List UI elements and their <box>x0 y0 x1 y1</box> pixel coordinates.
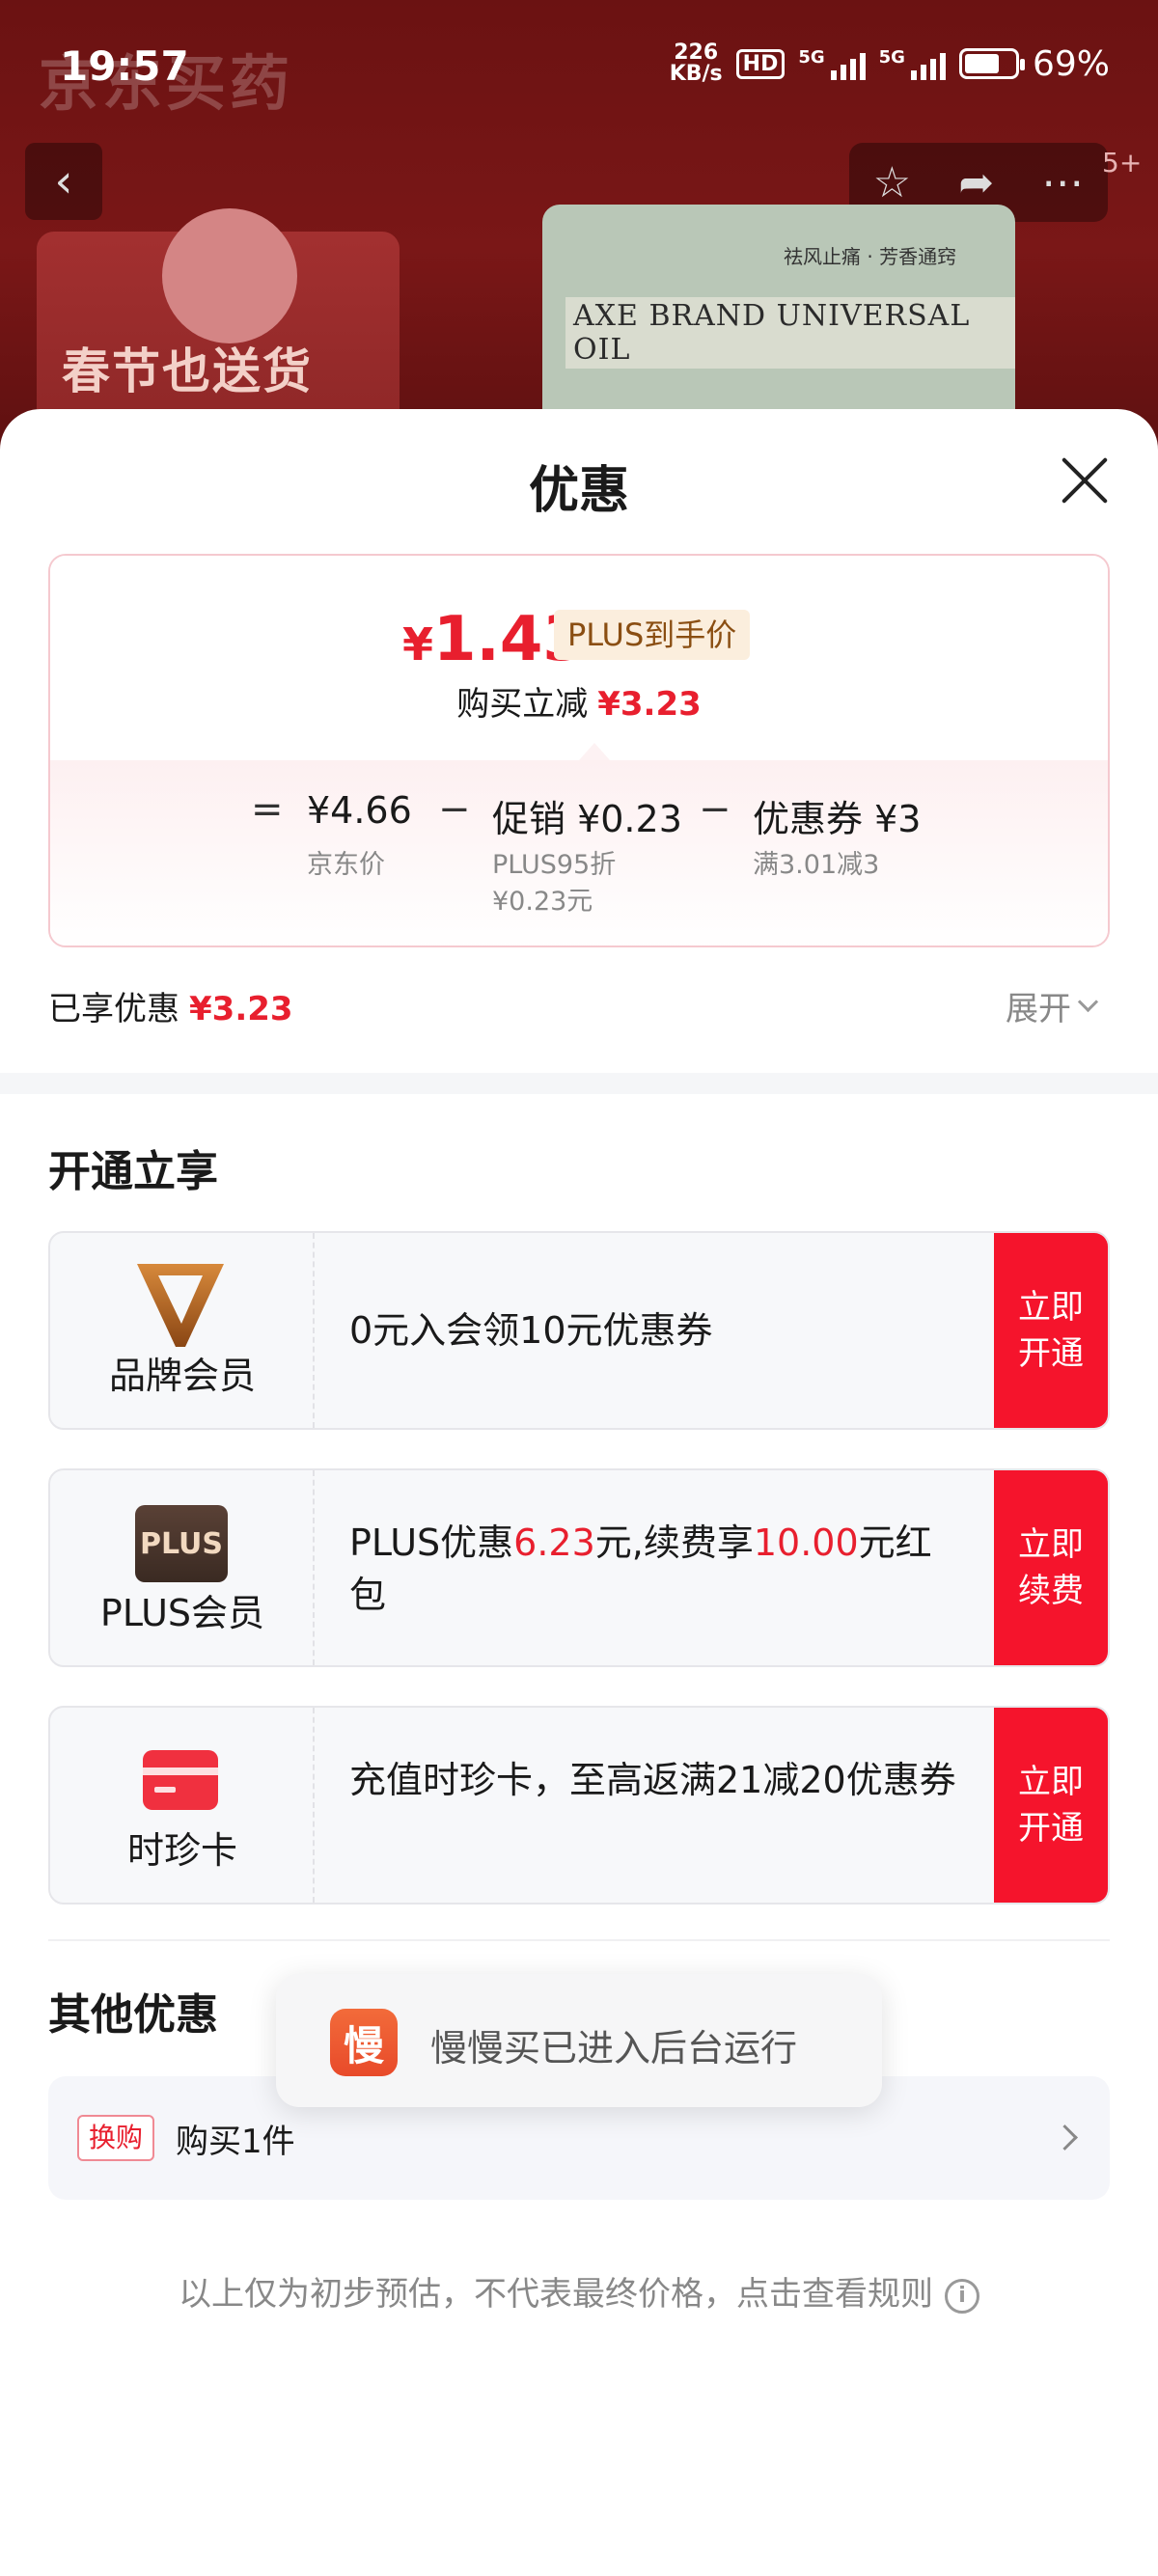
message-badge: 5+ <box>1102 147 1143 178</box>
sim1-label: 5G <box>798 47 825 68</box>
share-icon[interactable]: ➦ <box>958 158 994 207</box>
coupon-sub: 满3.01减3 <box>753 850 880 880</box>
member-button-label: 立即开通 <box>1018 1763 1084 1848</box>
member-label: 品牌会员 <box>108 1355 256 1397</box>
section-divider <box>0 1073 1158 1094</box>
reduce-amount: ¥3.23 <box>597 685 702 724</box>
enjoyed-label: 已享优惠 <box>48 990 179 1028</box>
discount-sheet: 优惠 ¥1.43 PLUS到手价 购买立减 ¥3.23 = ¥4.66 京东价 −… <box>0 409 1158 2576</box>
network-speed-unit: KB/s <box>669 62 723 86</box>
base-price-label: 京东价 <box>307 850 385 880</box>
member-card-left: 时珍卡 <box>50 1708 315 1903</box>
footnote-text: 以上仅为初步预估，不代表最终价格，点击查看规则 <box>179 2275 933 2314</box>
sim2-label: 5G <box>878 47 905 68</box>
expand-label: 展开 <box>1006 990 1071 1028</box>
mascot-image <box>162 208 297 343</box>
member-label: 时珍卡 <box>126 1829 237 1872</box>
signal-icon: 5G <box>798 47 866 80</box>
enjoyed-amount: ¥3.23 <box>189 990 293 1028</box>
background-run-toast: 慢 慢慢买已进入后台运行 <box>276 1974 882 2107</box>
base-price: ¥4.66 <box>307 789 412 832</box>
back-button[interactable]: ‹ <box>25 143 102 220</box>
chevron-down-icon <box>1077 991 1099 1013</box>
signal-icon-2: 5G <box>879 47 946 80</box>
renew-plus-button[interactable]: 立即续费 <box>994 1470 1108 1665</box>
pointer-triangle <box>579 743 610 760</box>
brand-v-icon <box>137 1264 224 1347</box>
member-card-brand: 品牌会员 0元入会领10元优惠券 立即开通 <box>48 1231 1110 1430</box>
coupon-discount: 优惠券 ¥3 <box>753 798 922 840</box>
product-subtitle: 祛风止痛 · 芳香通窍 <box>784 245 957 268</box>
battery-fill <box>964 54 999 73</box>
network-speed: 226 KB/s <box>670 42 723 85</box>
currency-symbol: ¥ <box>402 618 434 671</box>
sheet-title: 优惠 <box>528 462 629 520</box>
star-icon[interactable]: ☆ <box>873 158 911 207</box>
member-card-shizhen: 时珍卡 充值时珍卡，至高返满21减20优惠券 立即开通 <box>48 1706 1110 1905</box>
member-label: PLUS会员 <box>99 1592 265 1634</box>
exchange-tag: 换购 <box>77 2115 155 2161</box>
manmanmai-app-icon: 慢 <box>330 2009 398 2076</box>
equals-sign: = <box>251 787 284 832</box>
info-icon[interactable]: i <box>945 2278 979 2314</box>
promo-discount: 促销 ¥0.23 <box>492 798 682 840</box>
minus-sign: − <box>438 787 471 832</box>
instant-reduce-line: 购买立减 ¥3.23 <box>50 677 1108 725</box>
open-brand-member-button[interactable]: 立即开通 <box>994 1233 1108 1428</box>
toast-text: 慢慢买已进入后台运行 <box>430 2027 798 2069</box>
open-shizhen-card-button[interactable]: 立即开通 <box>994 1708 1108 1903</box>
desc-highlight: 10.00 <box>753 1521 859 1564</box>
plus-icon: PLUS <box>135 1505 228 1582</box>
open-section-title: 开通立享 <box>48 1147 218 1196</box>
expand-button[interactable]: 展开 <box>1006 982 1099 1029</box>
desc-highlight: 6.23 <box>513 1521 595 1564</box>
member-card-plus: PLUS PLUS会员 PLUS优惠6.23元,续费享10.00元红包 立即续费 <box>48 1468 1110 1667</box>
member-card-left: PLUS PLUS会员 <box>50 1470 315 1665</box>
minus-sign: − <box>699 787 731 832</box>
desc-text: 元,续费享 <box>594 1521 754 1564</box>
member-card-left: 品牌会员 <box>50 1233 315 1428</box>
member-button-label: 立即续费 <box>1018 1525 1084 1610</box>
close-icon[interactable] <box>1056 452 1114 509</box>
status-bar: 19:57 226 KB/s HD 5G 5G 69% <box>0 0 1158 125</box>
enjoyed-discount: 已享优惠 ¥3.23 <box>48 982 293 1029</box>
promo-banner-text: 春节也送货 <box>62 343 313 399</box>
final-price-section: ¥1.43 PLUS到手价 购买立减 ¥3.23 <box>50 556 1108 762</box>
footnote-rules[interactable]: 以上仅为初步预估，不代表最终价格，点击查看规则 i <box>0 2267 1158 2315</box>
chevron-left-icon: ‹ <box>54 154 73 208</box>
member-desc: 充值时珍卡，至高返满21减20优惠券 <box>349 1759 956 1801</box>
member-desc: PLUS优惠6.23元,续费享10.00元红包 <box>349 1517 967 1621</box>
promo-sub-2: ¥0.23元 <box>492 887 593 917</box>
price-breakdown-card: ¥1.43 PLUS到手价 购买立减 ¥3.23 = ¥4.66 京东价 − 促销… <box>48 554 1110 947</box>
exchange-offer-text: 购买1件 <box>176 2123 295 2161</box>
network-speed-value: 226 <box>674 41 719 65</box>
more-icon[interactable]: ⋯ <box>1041 158 1084 207</box>
chevron-right-icon <box>1052 2124 1078 2151</box>
status-time: 19:57 <box>60 42 189 90</box>
status-indicators: 226 KB/s HD 5G 5G 69% <box>670 42 1110 85</box>
reduce-label: 购买立减 <box>456 685 589 724</box>
other-section-title: 其他优惠 <box>48 1990 218 2040</box>
card-icon <box>143 1750 218 1810</box>
battery-percent: 69% <box>1032 43 1110 84</box>
desc-text: PLUS优惠 <box>349 1521 514 1564</box>
battery-icon <box>958 48 1025 79</box>
product-name: AXE BRAND UNIVERSAL OIL <box>565 297 1015 369</box>
promo-sub-1: PLUS95折 <box>492 850 617 880</box>
price-formula: = ¥4.66 京东价 − 促销 ¥0.23 PLUS95折 ¥0.23元 − … <box>50 760 1108 945</box>
member-desc: 0元入会领10元优惠券 <box>349 1309 713 1352</box>
divider <box>48 1939 1110 1941</box>
plus-price-tag: PLUS到手价 <box>554 610 751 660</box>
member-button-label: 立即开通 <box>1018 1288 1084 1373</box>
product-page-background: 京东买药 19:57 226 KB/s HD 5G 5G 69% ‹ ☆ ➦ ⋯… <box>0 0 1158 453</box>
hd-icon: HD <box>735 48 786 79</box>
